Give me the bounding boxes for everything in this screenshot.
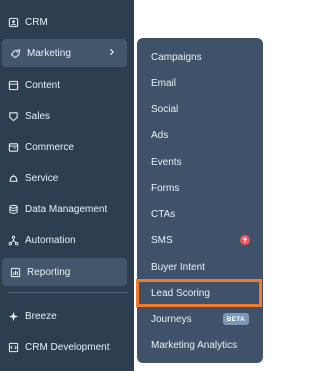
menu-item-label: Events	[151, 156, 182, 168]
sidebar-item-label: Data Management	[25, 203, 108, 215]
menu-item-label: Journeys	[151, 313, 192, 325]
menu-item-ctas[interactable]: CTAs	[137, 202, 263, 226]
sidebar-item-label: Service	[25, 172, 59, 184]
sidebar-item-reporting[interactable]: Reporting	[2, 258, 127, 286]
menu-item-label: Buyer Intent	[151, 261, 205, 273]
menu-item-forms[interactable]: Forms	[137, 176, 263, 200]
sidebar-item-sales[interactable]: Sales	[0, 102, 134, 130]
sidebar-item-label: Commerce	[25, 141, 74, 153]
beta-badge: BETA	[222, 313, 249, 325]
sidebar-item-marketing[interactable]: Marketing	[2, 39, 127, 67]
sidebar-item-content[interactable]: Content	[0, 71, 134, 99]
menu-item-label: Ads	[151, 129, 169, 141]
content-icon	[7, 79, 19, 91]
menu-item-email[interactable]: Email	[137, 71, 263, 95]
service-icon	[7, 172, 19, 184]
commerce-icon	[7, 141, 19, 153]
sidebar-item-label: CRM Development	[25, 341, 110, 353]
breeze-icon	[7, 310, 19, 322]
menu-item-journeys[interactable]: Journeys BETA	[137, 307, 263, 331]
data-management-icon	[7, 203, 19, 215]
sidebar-item-label: Sales	[25, 110, 51, 122]
sidebar-item-label: CRM	[25, 16, 48, 28]
arrow-up-icon	[240, 235, 250, 245]
menu-item-label: Email	[151, 77, 177, 89]
sidebar-item-data-management[interactable]: Data Management	[0, 195, 134, 223]
menu-item-marketing-analytics[interactable]: Marketing Analytics	[137, 333, 263, 357]
sidebar-item-breeze[interactable]: Breeze	[0, 302, 134, 330]
menu-item-sms[interactable]: SMS	[137, 228, 263, 252]
menu-item-label: Forms	[151, 182, 180, 194]
sidebar-item-service[interactable]: Service	[0, 164, 134, 192]
sidebar-divider	[8, 292, 128, 293]
automation-icon	[7, 234, 19, 246]
marketing-icon	[9, 47, 21, 59]
menu-item-label: SMS	[151, 234, 173, 246]
menu-item-ads[interactable]: Ads	[137, 123, 263, 147]
sidebar-item-automation[interactable]: Automation	[0, 226, 134, 254]
menu-item-events[interactable]: Events	[137, 150, 263, 174]
crm-development-icon	[7, 341, 19, 353]
sidebar-nav: CRM Marketing Content Sales Commerce Ser…	[0, 0, 134, 371]
sidebar-item-label: Reporting	[27, 266, 71, 278]
menu-item-label: CTAs	[151, 208, 176, 220]
menu-item-label: Campaigns	[151, 51, 202, 63]
sidebar-item-crm-development[interactable]: CRM Development	[0, 333, 134, 361]
marketing-flyout-menu: Campaigns Email Social Ads Events Forms …	[136, 38, 263, 363]
sidebar-item-label: Automation	[25, 234, 76, 246]
menu-item-social[interactable]: Social	[137, 97, 263, 121]
sidebar-item-commerce[interactable]: Commerce	[0, 133, 134, 161]
sidebar-item-label: Content	[25, 79, 61, 91]
menu-item-lead-scoring[interactable]: Lead Scoring	[136, 279, 262, 307]
reporting-icon	[9, 266, 21, 278]
menu-item-campaigns[interactable]: Campaigns	[137, 45, 263, 69]
menu-item-label: Social	[151, 103, 179, 115]
sales-icon	[7, 110, 19, 122]
crm-icon	[7, 16, 19, 28]
sidebar-item-crm[interactable]: CRM	[0, 8, 134, 36]
menu-item-label: Lead Scoring	[151, 287, 210, 299]
menu-item-label: Marketing Analytics	[151, 339, 238, 351]
menu-item-buyer-intent[interactable]: Buyer Intent	[137, 255, 263, 279]
sidebar-item-label: Marketing	[27, 47, 71, 59]
sidebar-item-label: Breeze	[25, 310, 57, 322]
chevron-right-icon	[107, 47, 117, 57]
